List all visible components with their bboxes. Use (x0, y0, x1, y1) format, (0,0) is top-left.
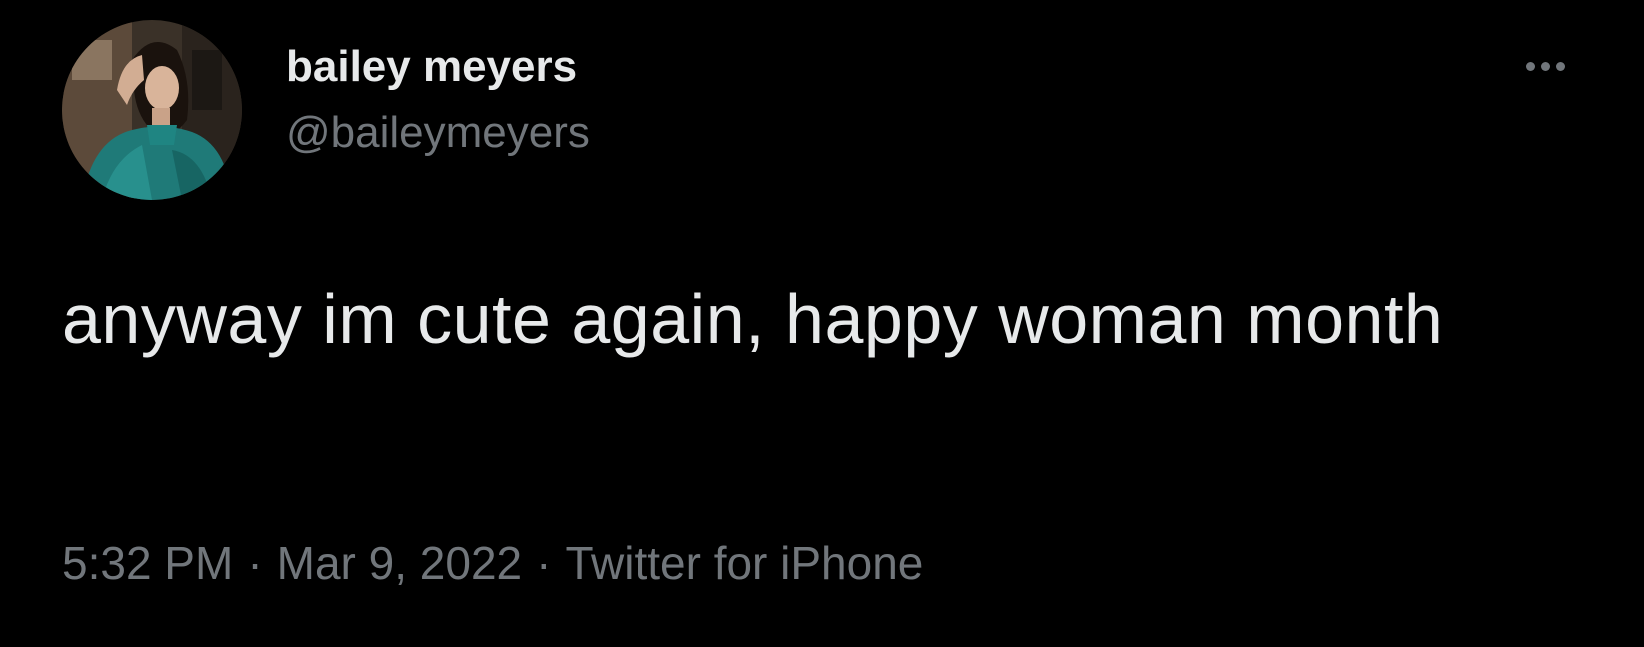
avatar[interactable] (62, 20, 242, 200)
separator-dot: · (247, 537, 263, 589)
more-horizontal-icon-dot (1540, 61, 1550, 71)
tweet-text: anyway im cute again, happy woman month (62, 280, 1444, 358)
avatar-photo (62, 20, 242, 200)
user-handle[interactable]: @baileymeyers (286, 106, 590, 160)
more-horizontal-icon-dot (1555, 61, 1565, 71)
more-horizontal-icon (1525, 61, 1535, 71)
more-options-button[interactable] (1510, 44, 1580, 88)
tweet-card: bailey meyers @baileymeyers anyway im cu… (0, 0, 1644, 647)
tweet-metadata: 5:32 PM · Mar 9, 2022 · Twitter for iPhone (62, 534, 923, 592)
display-name[interactable]: bailey meyers (286, 40, 590, 94)
tweet-source[interactable]: Twitter for iPhone (565, 537, 923, 589)
author-block[interactable]: bailey meyers @baileymeyers (286, 40, 590, 160)
tweet-date[interactable]: Mar 9, 2022 (277, 537, 522, 589)
tweet-time[interactable]: 5:32 PM (62, 537, 233, 589)
separator-dot: · (536, 537, 552, 589)
